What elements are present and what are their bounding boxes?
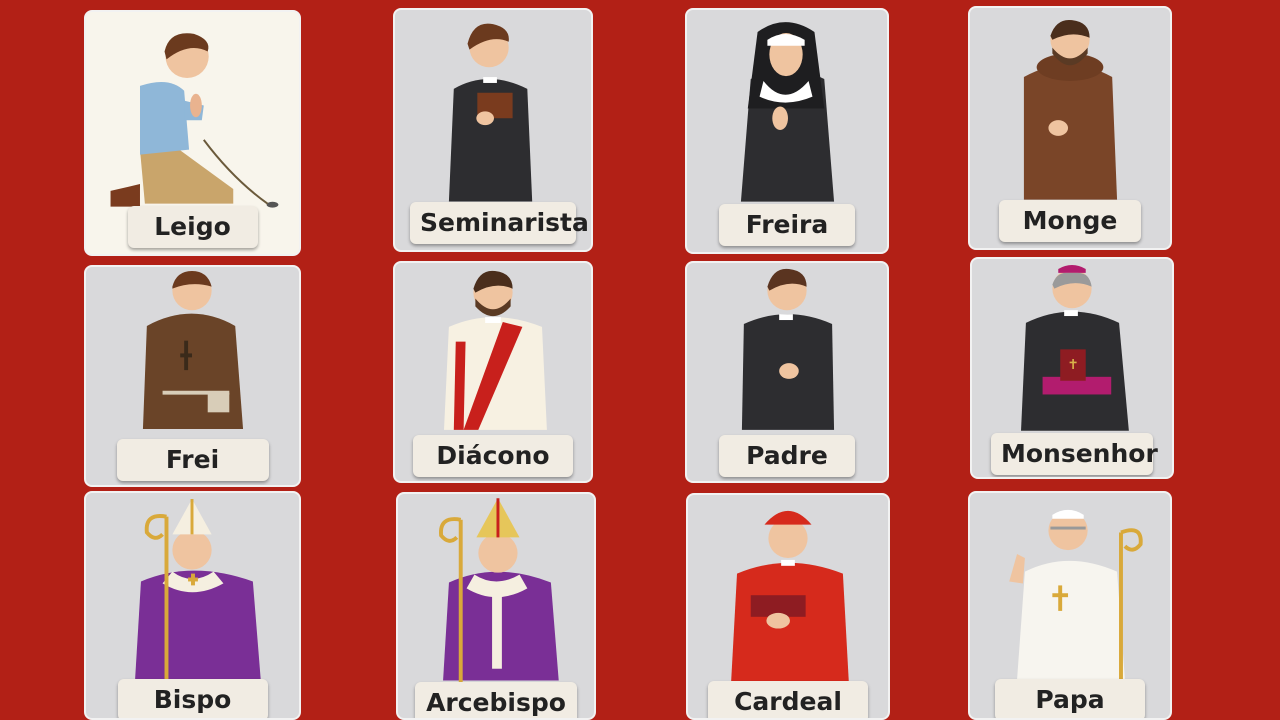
card-label: Papa [995,679,1145,718]
card-papa[interactable]: Papa [968,491,1172,720]
card-label: Monsenhor [991,433,1158,475]
card-bispo[interactable]: Bispo [84,491,301,720]
card-label: Cardeal [708,681,868,718]
card-leigo[interactable]: Leigo [84,10,301,256]
svg-text:✝: ✝ [1067,357,1079,373]
card-label: Padre [719,435,855,477]
card-freira[interactable]: Freira [685,8,889,254]
card-padre[interactable]: Padre [685,261,889,483]
card-label: Bispo [117,679,268,718]
card-seminarista[interactable]: Seminarista [393,8,593,252]
card-arcebispo[interactable]: Arcebispo [396,492,596,720]
card-monge[interactable]: Monge [968,6,1172,250]
card-label: Arcebispo [415,682,577,718]
card-cardeal[interactable]: Cardeal [686,493,890,720]
card-monsenhor[interactable]: ✝ Monsenhor [970,257,1174,479]
card-label: Frei [116,439,269,481]
card-label: Monge [999,200,1141,242]
card-label: Freira [719,204,855,246]
card-diacono[interactable]: Diácono [393,261,593,483]
card-frei[interactable]: Frei [84,265,301,487]
card-label: Leigo [127,206,258,248]
card-label: Seminarista [410,202,589,244]
card-label: Diácono [413,435,573,477]
